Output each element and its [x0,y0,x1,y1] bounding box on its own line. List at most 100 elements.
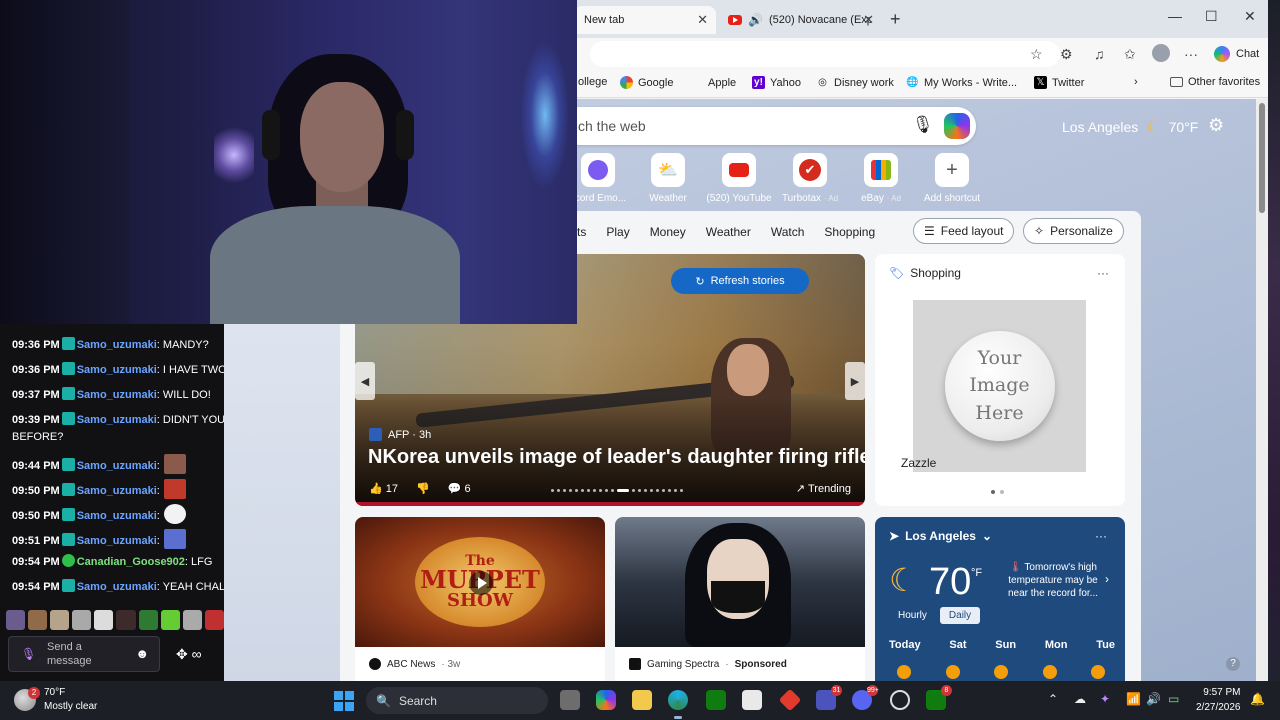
tray-overflow-icon[interactable]: ⌃ [1048,692,1058,706]
notifications-icon[interactable]: 🔔 [1250,692,1265,706]
favorites-overflow-button[interactable]: › [1134,76,1138,88]
help-button[interactable]: ? [1226,657,1240,671]
tag-icon: 🏷 [889,266,905,280]
favorite-item[interactable]: 🌐 My Works - Write... [906,76,1017,89]
xbox-icon[interactable] [706,690,726,710]
story-title[interactable]: NKorea unveils image of leader's daughte… [368,446,865,469]
app-icon[interactable] [778,688,802,712]
chat-message: 09:37 PM Samo_uzumaki: WILL DO! [12,387,211,401]
feed-tab[interactable]: ts [577,225,586,239]
personalize-button[interactable]: ✧ Personalize [1023,218,1124,244]
chevron-right-icon[interactable]: › [1105,572,1109,586]
microsoft-store-icon[interactable] [742,690,762,710]
copilot-icon[interactable] [944,113,970,139]
quick-link-turbotax[interactable]: ✔ Turbotax · Ad [775,153,845,204]
emoji-icon[interactable]: ☻ [135,646,149,661]
profile-avatar[interactable] [1152,44,1170,62]
xbox-app-icon[interactable]: 8 [926,685,952,710]
more-options-icon[interactable]: ··· [1184,46,1198,62]
copilot-chat-button[interactable]: Chat [1206,42,1267,66]
favorite-item[interactable]: Google [620,76,673,89]
news-card-muppets[interactable]: The MUPPET SHOW ABC News · 3w [355,517,605,681]
chat-tools-icon[interactable]: ✥ ∞ [176,646,202,663]
quick-link-youtube[interactable]: (520) YouTube [704,153,774,204]
favorite-item[interactable]: ollege [578,76,607,88]
edge-icon[interactable] [668,690,688,710]
feed-tab-weather[interactable]: Weather [706,225,751,239]
copilot-icon[interactable] [596,690,616,710]
card-pager[interactable] [991,490,1004,494]
temp-unit[interactable]: °F [971,567,982,579]
carousel-dots[interactable] [551,489,683,492]
task-view-icon[interactable] [560,690,580,710]
more-options-button[interactable]: ··· [1095,529,1107,543]
minimize-button[interactable]: — [1168,8,1182,24]
chat-message-input[interactable]: 🎙 Send a message ☻ [8,636,160,672]
tab-new-tab[interactable]: New tab ✕ [574,6,716,34]
emote-picker-row[interactable] [6,610,224,632]
twitch-icon[interactable]: ✦ [1100,692,1110,706]
thumbs-down-icon[interactable]: 👎 [416,482,430,495]
web-search-box[interactable]: ch the web 🎙 [560,107,976,145]
address-input[interactable] [590,41,1060,67]
mic-icon[interactable]: 🎙 [21,647,36,661]
start-button[interactable] [334,691,354,711]
feed-layout-button[interactable]: ☰ Feed layout [913,218,1015,244]
discord-icon[interactable]: 99+ [852,685,879,710]
carousel-prev-button[interactable]: ◀ [355,362,375,400]
feed-tab-play[interactable]: Play [606,225,629,239]
favorite-item[interactable]: y! Yahoo [752,76,801,89]
refresh-stories-button[interactable]: ↻ Refresh stories [671,268,809,294]
steam-icon[interactable] [890,690,910,710]
hourly-tab[interactable]: Hourly [889,607,936,624]
taskbar-search[interactable]: 🔍 Search [366,687,548,714]
close-window-button[interactable]: ✕ [1244,8,1256,25]
weather-location[interactable]: ➤ Los Angeles ⌄ [889,529,992,543]
close-tab-icon[interactable]: ✕ [697,12,708,28]
page-settings-icon[interactable]: ⚙ [1208,115,1224,136]
wifi-icon[interactable]: 📶 [1126,692,1141,706]
maximize-button[interactable]: ☐ [1205,8,1218,25]
taskbar-clock[interactable]: 9:57 PM 2/27/2026 [1196,686,1241,715]
quick-link-ebay[interactable]: eBay · Ad [846,153,916,204]
page-scrollbar[interactable] [1256,99,1268,681]
news-card-gaming-spectra[interactable]: Gaming Spectra · Sponsored [615,517,865,681]
teams-icon[interactable]: 31 [816,685,842,710]
comments-button[interactable]: 💬 6 [448,482,471,495]
extensions-icon[interactable]: ⚙ [1060,46,1073,63]
quick-link-weather[interactable]: ⛅ Weather [633,153,703,204]
feed-tab-shopping[interactable]: Shopping [824,225,875,239]
file-explorer-icon[interactable] [632,690,652,710]
play-video-icon[interactable] [469,571,493,595]
daily-tab[interactable]: Daily [939,607,981,624]
onedrive-icon[interactable]: ☁ [1074,692,1086,706]
favorite-item[interactable]: Apple [690,76,736,89]
scrollbar-thumb[interactable] [1259,103,1265,213]
carousel-next-button[interactable]: ▶ [845,362,865,400]
more-options-button[interactable]: ··· [1097,266,1109,280]
favorite-star-icon[interactable]: ☆ [1030,46,1043,63]
other-favorites-button[interactable]: Other favorites [1170,76,1260,88]
weather-alert[interactable]: 🌡 Tomorrow's high temperature may be nea… [1003,561,1103,600]
weather-card[interactable]: ➤ Los Angeles ⌄ ··· ☾ 70 °F 🌡 Tomorrow's… [875,517,1125,681]
product-image[interactable]: Your Image Here [913,300,1086,472]
close-tab-icon[interactable]: ✕ [863,12,874,28]
like-button[interactable]: 👍 17 [369,482,398,495]
favorites-icon[interactable]: ✩ [1124,46,1136,63]
new-tab-button[interactable]: + [890,9,901,30]
battery-icon[interactable]: ▭ [1168,692,1179,706]
team-badge-icon [61,579,75,592]
media-control-icon[interactable]: ♫ [1094,46,1105,62]
header-weather[interactable]: Los Angeles ☾ 70°F [1062,117,1198,137]
favorite-item[interactable]: 𝕏 Twitter [1034,76,1084,89]
feed-tab-money[interactable]: Money [650,225,686,239]
taskbar-weather-widget[interactable]: 2 70°F Mostly clear [14,686,97,713]
favorite-item[interactable]: ◎ Disney work [816,76,894,89]
shopping-card[interactable]: 🏷 Shopping ··· Your Image Here Zazzle [875,254,1125,506]
feed-tab-watch[interactable]: Watch [771,225,805,239]
add-shortcut-button[interactable]: + Add shortcut [917,153,987,204]
volume-icon[interactable]: 🔊 [1146,692,1161,706]
tab-youtube[interactable]: 🔊 (520) Novacane (Explic ✕ [718,6,882,34]
speaker-icon[interactable]: 🔊 [748,13,763,27]
microphone-icon[interactable]: 🎙 [912,115,934,135]
